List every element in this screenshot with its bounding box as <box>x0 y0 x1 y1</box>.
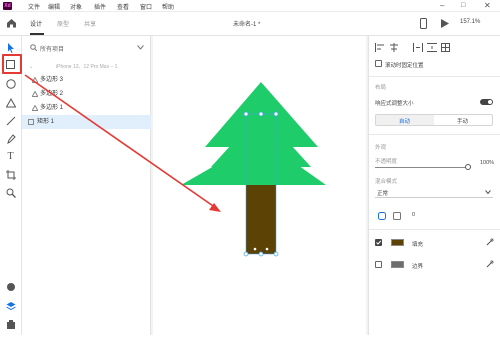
select-tool-icon[interactable] <box>3 40 18 55</box>
tree-illustration <box>181 82 326 257</box>
home-icon[interactable] <box>6 18 17 28</box>
divider <box>369 76 500 77</box>
blend-mode-label: 混合模式 <box>375 179 398 185</box>
text-tool-icon[interactable]: T <box>3 149 18 164</box>
menu-object[interactable]: 对象 <box>70 2 82 11</box>
menu-view[interactable]: 查看 <box>117 2 129 11</box>
tab-share[interactable]: 共享 <box>84 19 96 28</box>
polygon-tool-icon[interactable] <box>3 95 18 110</box>
tools-panel: T <box>0 36 22 335</box>
polygon-layer-icon <box>32 105 38 111</box>
fix-position-label: 滚动时固定位置 <box>385 63 424 69</box>
grid-icon[interactable] <box>441 43 450 52</box>
layer-name: 多边形 3 <box>40 77 64 83</box>
align-center-icon[interactable] <box>389 43 399 52</box>
top-toolbar: 设计 原型 共享 未命名-1 * 157.1% <box>0 12 500 36</box>
active-tab-indicator <box>30 33 44 35</box>
opacity-slider-handle[interactable] <box>465 164 471 170</box>
fill-label: 填充 <box>412 242 424 248</box>
property-inspector: 滚动时固定位置 布局 响应式调整大小 自动 手动 外观 不透明度 100% 混合… <box>368 36 500 335</box>
play-icon[interactable] <box>441 19 449 28</box>
canvas[interactable] <box>151 36 368 335</box>
responsive-resize-label: 响应式调整大小 <box>375 101 414 107</box>
layer-name: 多边形 2 <box>40 91 64 97</box>
line-tool-icon[interactable] <box>3 113 18 128</box>
align-left-icon[interactable] <box>375 43 385 52</box>
zoom-tool-icon[interactable] <box>3 185 18 200</box>
minimize-icon[interactable]: – <box>440 1 444 11</box>
tab-design[interactable]: 设计 <box>30 19 42 28</box>
opacity-label: 不透明度 <box>375 159 398 165</box>
close-icon[interactable]: ✕ <box>484 1 491 11</box>
ellipse-tool-icon[interactable] <box>3 76 18 91</box>
distribute-vertical-icon[interactable] <box>427 43 437 52</box>
app-logo: Xd <box>3 2 12 10</box>
eyedropper-icon[interactable] <box>486 238 494 246</box>
search-filter-label: 所有项目 <box>40 47 65 53</box>
rectangle-tool-highlight <box>2 54 22 74</box>
rectangle-1[interactable] <box>246 185 276 254</box>
document-title[interactable]: 未命名-1 * <box>233 19 260 28</box>
search-icon <box>30 44 37 51</box>
resize-mode-group: 自动 手动 <box>375 114 493 126</box>
menu-plugins[interactable]: 插件 <box>94 2 106 11</box>
divider <box>369 229 500 230</box>
layer-name: 矩形 1 <box>37 119 55 125</box>
corner-radius-individual-icon[interactable] <box>393 212 401 220</box>
eyedropper-icon[interactable] <box>486 260 494 268</box>
mode-auto-button[interactable]: 自动 <box>399 117 410 125</box>
layer-item-selected[interactable]: 矩形 1 <box>22 115 151 129</box>
border-label: 边界 <box>412 264 424 270</box>
device-preview-icon[interactable] <box>420 18 427 29</box>
menu-window[interactable]: 窗口 <box>140 2 152 11</box>
fix-position-checkbox[interactable] <box>375 60 382 67</box>
fill-color-swatch[interactable] <box>391 239 404 246</box>
menu-file[interactable]: 文件 <box>28 2 40 11</box>
rectangle-layer-icon <box>28 119 34 125</box>
layer-item[interactable]: 多边形 1 <box>22 101 151 115</box>
artboard-layer[interactable]: ⌄ iPhone 13、12 Pro Max – 1 <box>22 60 151 74</box>
responsive-resize-toggle[interactable] <box>480 99 493 105</box>
blend-mode-select[interactable]: 正常 <box>375 187 493 198</box>
chevron-down-icon[interactable] <box>137 45 144 50</box>
polygon-layer-icon <box>32 91 38 97</box>
artboard-tool-icon[interactable] <box>3 167 18 182</box>
layout-heading: 布局 <box>375 85 387 91</box>
pen-tool-icon[interactable] <box>3 131 18 146</box>
chevron-down-icon[interactable]: ⌄ <box>29 60 33 74</box>
polygon-layer-icon <box>32 77 38 83</box>
layers-search[interactable]: 所有项目 <box>28 42 146 54</box>
layers-icon[interactable] <box>3 298 18 313</box>
maximize-icon[interactable]: □ <box>461 1 465 11</box>
chevron-down-icon <box>485 190 491 194</box>
title-bar: Xd 文件 编辑 对象 插件 查看 窗口 帮助 – □ ✕ <box>0 0 500 12</box>
layer-item[interactable]: 多边形 2 <box>22 87 151 101</box>
mode-manual-button[interactable]: 手动 <box>457 117 468 125</box>
zoom-level[interactable]: 157.1% <box>460 19 480 25</box>
layers-panel: 所有项目 ⌄ iPhone 13、12 Pro Max – 1 多边形 3 多边… <box>22 36 151 335</box>
divider <box>369 134 500 135</box>
plugins-icon[interactable] <box>3 317 18 332</box>
tab-prototype[interactable]: 原型 <box>57 19 69 28</box>
menu-help[interactable]: 帮助 <box>162 2 174 11</box>
menu-edit[interactable]: 编辑 <box>48 2 60 11</box>
border-color-swatch[interactable] <box>391 261 404 268</box>
layer-item[interactable]: 多边形 3 <box>22 73 151 87</box>
appearance-heading: 外观 <box>375 145 387 151</box>
document-assets-icon[interactable] <box>3 279 18 294</box>
opacity-value[interactable]: 100% <box>480 160 494 166</box>
border-checkbox[interactable] <box>375 261 382 268</box>
fill-checkbox[interactable] <box>375 239 382 246</box>
artboard-name: iPhone 13、12 Pro Max – 1 <box>56 64 118 70</box>
layer-name: 多边形 1 <box>40 105 64 111</box>
distribute-horizontal-icon[interactable] <box>413 43 423 52</box>
artboard[interactable] <box>153 36 366 335</box>
corner-radius-all-icon[interactable] <box>378 212 386 220</box>
blend-mode-value: 正常 <box>377 191 389 197</box>
corner-radius-value[interactable]: 0 <box>412 212 415 218</box>
opacity-slider-track[interactable] <box>375 167 467 168</box>
